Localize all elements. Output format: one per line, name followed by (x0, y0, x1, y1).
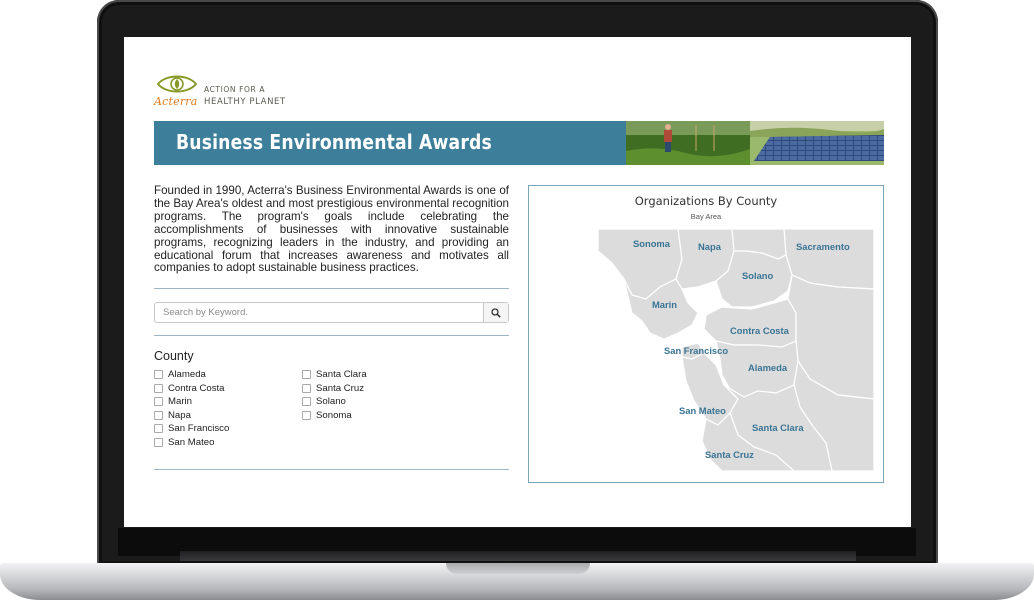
bay-area-map[interactable] (598, 229, 874, 471)
acterra-logo[interactable]: Acterra ACTION FOR A HEALTHY PLANET (154, 73, 285, 111)
checkbox[interactable] (154, 383, 163, 393)
checkbox-label: Solano (316, 396, 346, 408)
logo-tagline-line2: HEALTHY PLANET (204, 97, 286, 107)
county-checkbox-solano[interactable]: Solano (302, 395, 367, 409)
banner-photo-solar-panels (750, 121, 884, 165)
checkbox[interactable] (302, 370, 311, 380)
page-title: Business Environmental Awards (176, 130, 492, 154)
checkbox[interactable] (302, 410, 311, 420)
map-label-santa-clara[interactable]: Santa Clara (752, 422, 804, 433)
search-button[interactable] (483, 303, 508, 322)
checkbox[interactable] (154, 437, 163, 447)
laptop-hinge (180, 551, 856, 561)
map-label-sonoma[interactable]: Sonoma (633, 238, 670, 249)
checkbox[interactable] (302, 397, 311, 407)
keyword-search (154, 302, 509, 323)
checkbox-label: Santa Cruz (316, 382, 364, 394)
page-banner: Business Environmental Awards (154, 121, 884, 165)
checkbox-label: San Mateo (168, 436, 215, 448)
logo-wordmark: Acterra (154, 95, 198, 108)
county-checkbox-santa-cruz[interactable]: Santa Cruz (302, 382, 367, 396)
checkbox-label: Napa (168, 409, 191, 421)
county-checkbox-san-francisco[interactable]: San Francisco (154, 422, 229, 436)
divider (154, 469, 509, 470)
logo-tagline-line1: ACTION FOR A (204, 85, 266, 94)
intro-paragraph: Founded in 1990, Acterra's Business Envi… (154, 184, 509, 275)
county-checkbox-sonoma[interactable]: Sonoma (302, 409, 367, 423)
checkbox-label: Santa Clara (316, 369, 367, 381)
checkbox-label: Alameda (168, 369, 206, 381)
search-input[interactable] (155, 303, 491, 322)
eye-leaf-icon (156, 75, 198, 93)
checkbox[interactable] (302, 383, 311, 393)
divider (154, 288, 509, 289)
county-checkbox-napa[interactable]: Napa (154, 409, 229, 423)
map-label-napa[interactable]: Napa (698, 241, 721, 252)
web-page: Acterra ACTION FOR A HEALTHY PLANET Busi… (124, 37, 911, 527)
county-checkbox-alameda[interactable]: Alameda (154, 368, 229, 382)
map-label-contra-costa[interactable]: Contra Costa (730, 325, 789, 336)
map-label-solano[interactable]: Solano (742, 270, 773, 281)
laptop-notch (446, 563, 590, 574)
county-filter-heading: County (154, 349, 194, 363)
checkbox-label: San Francisco (168, 423, 230, 435)
checkbox[interactable] (154, 397, 163, 407)
map-label-santa-cruz[interactable]: Santa Cruz (705, 449, 754, 460)
search-icon (491, 307, 501, 318)
map-label-san-francisco[interactable]: San Francisco (664, 345, 728, 356)
map-label-san-mateo[interactable]: San Mateo (679, 405, 726, 416)
county-filter-column-2: Santa Clara Santa Cruz Solano Sonoma (302, 368, 367, 422)
map-title: Organizations By County (634, 194, 778, 208)
map-label-alameda[interactable]: Alameda (748, 362, 787, 373)
map-subtitle: Bay Area (690, 212, 722, 221)
banner-photo-farmer (626, 121, 750, 165)
county-filter-column-1: Alameda Contra Costa Marin Napa San Fran… (154, 368, 229, 449)
map-label-sacramento[interactable]: Sacramento (796, 241, 850, 252)
checkbox[interactable] (154, 410, 163, 420)
checkbox-label: Contra Costa (168, 382, 225, 394)
county-checkbox-marin[interactable]: Marin (154, 395, 229, 409)
checkbox-label: Sonoma (316, 409, 352, 421)
checkbox[interactable] (154, 370, 163, 380)
county-map-panel: Organizations By County Bay Area Sonoma … (528, 185, 884, 483)
checkbox[interactable] (154, 424, 163, 434)
checkbox-label: Marin (168, 396, 192, 408)
county-checkbox-san-mateo[interactable]: San Mateo (154, 436, 229, 450)
county-checkbox-contra-costa[interactable]: Contra Costa (154, 382, 229, 396)
divider (154, 335, 509, 336)
county-checkbox-santa-clara[interactable]: Santa Clara (302, 368, 367, 382)
map-label-marin[interactable]: Marin (652, 299, 677, 310)
